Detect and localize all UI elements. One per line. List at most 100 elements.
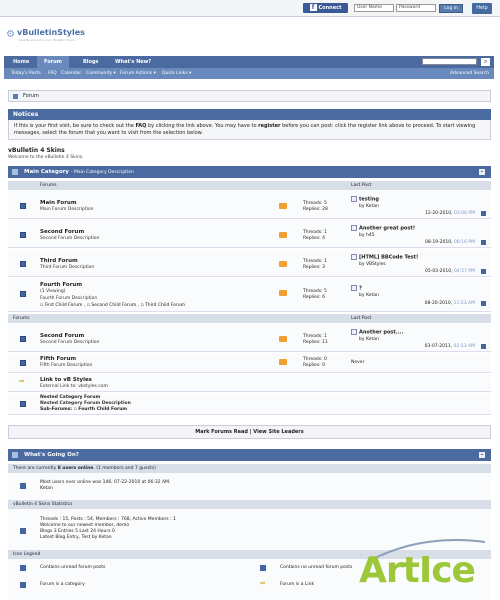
link-arrow-icon: ⇨ [260, 579, 266, 587]
forum-row: Second Forum Second Forum Description Th… [8, 324, 491, 352]
forum-title[interactable]: Fifth Forum [40, 356, 76, 362]
rss-icon[interactable] [279, 261, 287, 267]
last-post: testing by Ketan 12-20-2010, 03:06 PM [351, 196, 489, 218]
column-header: Forums Last Post [8, 314, 491, 323]
help-button[interactable]: Help [472, 3, 492, 14]
facebook-icon: f [309, 4, 317, 11]
top-bar: f Connect User Name Password Log in Help [0, 0, 500, 17]
tab-home[interactable]: Home [6, 56, 36, 68]
page-title: vBulletin 4 Skins [8, 147, 65, 154]
facebook-connect-button[interactable]: f Connect [303, 3, 348, 13]
forum-desc: Second Forum Description [40, 340, 100, 345]
forum-desc: External Link to: vbstyles.com [40, 384, 108, 389]
page-subtitle: Welcome to the vBulletin 4 Skins. [8, 155, 84, 160]
home-icon[interactable] [13, 94, 18, 99]
category-header[interactable]: Main Category - Main Category Descriptio… [8, 166, 491, 178]
register-link[interactable]: register [258, 123, 280, 129]
forum-row: Second Forum Second Forum Description Th… [8, 220, 491, 248]
forum-row: Third Forum Third Forum Description Thre… [8, 249, 491, 277]
forum-desc: Fifth Forum Description [40, 363, 93, 368]
rss-icon[interactable] [279, 359, 287, 365]
gear-icon: ⚙ [6, 29, 15, 40]
forum-row: ⇨ Link to vB Styles External Link to: vb… [8, 374, 491, 392]
faq-link[interactable]: FAQ [135, 123, 146, 129]
go-to-last-post-icon[interactable] [481, 301, 486, 306]
forum-title[interactable]: Second Forum [40, 229, 84, 235]
go-to-last-post-icon[interactable] [481, 344, 486, 349]
go-to-last-post-icon[interactable] [481, 211, 486, 216]
nav-quick-links[interactable]: Quick Links ▾ [162, 68, 191, 79]
main-nav: Home Forum Blogs What's New? ⌕ [4, 56, 494, 68]
rss-icon[interactable] [279, 336, 287, 342]
rss-icon[interactable] [279, 232, 287, 238]
search-input[interactable] [422, 58, 477, 65]
forum-desc: Second Forum Description [40, 236, 100, 241]
forum-row: Fifth Forum Fifth Forum Description Thre… [8, 353, 491, 373]
nav-todays-posts[interactable]: Today's Posts [11, 68, 41, 79]
go-to-last-post-icon[interactable] [481, 269, 486, 274]
forum-status-icon [20, 291, 26, 297]
forum-actions-bar: Mark Forums Read | View Site Leaders [8, 425, 491, 439]
nav-calendar[interactable]: Calendar [61, 68, 81, 79]
search-icon[interactable]: ⌕ [481, 58, 490, 66]
go-to-last-post-icon[interactable] [481, 240, 486, 245]
category-icon [20, 582, 26, 588]
forum-stats: Threads: 1 Replies: 4 [303, 230, 327, 241]
nav-advanced-search[interactable]: Advanced Search [450, 68, 489, 79]
forum-stats: Threads: 0 Replies: 0 [303, 357, 327, 368]
forum-desc: Nested Category Forum Description [40, 401, 131, 406]
forum-title[interactable]: Second Forum [40, 333, 84, 339]
post-icon [351, 196, 357, 202]
forum-status-icon [20, 401, 26, 407]
rss-icon[interactable] [279, 203, 287, 209]
last-post: Never [351, 360, 365, 365]
category-icon [12, 169, 18, 175]
notices-body: If this is your first visit, be sure to … [8, 120, 491, 140]
tab-blogs[interactable]: Blogs [76, 56, 106, 68]
forum-status-icon [20, 232, 26, 238]
forum-title[interactable]: Third Forum [40, 258, 78, 264]
post-icon [351, 285, 357, 291]
username-input[interactable]: User Name [354, 4, 394, 12]
view-site-leaders-link[interactable]: View Site Leaders [253, 429, 303, 435]
tab-whats-new[interactable]: What's New? [108, 56, 158, 68]
forum-title[interactable]: Nested Category Forum [40, 395, 100, 400]
forum-stats: Threads: 5 Replies: 28 [303, 201, 328, 212]
collapse-icon[interactable]: – [479, 169, 485, 175]
forum-row: Nested Category Forum Nested Category Fo… [8, 393, 491, 415]
nav-forum-actions[interactable]: Forum Actions ▾ [120, 68, 156, 79]
forum-status-icon [20, 203, 26, 209]
post-icon [351, 225, 357, 231]
forum-row: Main Forum Main Forum Description Thread… [8, 191, 491, 219]
rss-icon[interactable] [279, 290, 287, 296]
post-icon [351, 254, 357, 260]
login-button[interactable]: Log in [439, 4, 463, 13]
sub-nav: Today's Posts FAQ Calendar Community ▾ F… [4, 68, 494, 79]
link-arrow-icon: ⇨ [19, 377, 25, 385]
forum-title[interactable]: Link to vB Styles [40, 377, 92, 383]
forum-status-icon [20, 261, 26, 267]
tab-forum[interactable]: Forum [37, 56, 69, 68]
column-header: Forums Last Post [8, 181, 491, 190]
statistics-icon [20, 528, 26, 534]
category-icon [12, 452, 18, 458]
online-users-icon [20, 483, 26, 489]
last-post: [HTML] BBCode Test! by VBStyles 05-03-20… [351, 254, 489, 276]
password-input[interactable]: Password [396, 4, 436, 12]
forum-title[interactable]: Main Forum [40, 200, 77, 206]
last-post: ? by Ketan 08-20-2010, 11:23 AM [351, 285, 489, 311]
nav-faq[interactable]: FAQ [48, 68, 57, 79]
last-post: Another great post! by h45 08-19-2010, 0… [351, 225, 489, 247]
forum-desc: Fourth Forum Description [40, 296, 98, 301]
breadcrumb: Forum [8, 90, 491, 102]
post-icon [351, 329, 357, 335]
whats-going-on-header[interactable]: What's Going On? – [8, 449, 491, 461]
forum-desc: Main Forum Description [40, 207, 94, 212]
forum-title[interactable]: Fourth Forum [40, 282, 82, 288]
no-unread-posts-icon [260, 565, 266, 571]
collapse-icon[interactable]: – [479, 452, 485, 458]
nav-community[interactable]: Community ▾ [86, 68, 116, 79]
last-post: Another post.... by Ketan 03-07-2011, 02… [351, 329, 489, 351]
notices-header: Notices [8, 109, 491, 120]
mark-forums-read-link[interactable]: Mark Forums Read [195, 429, 248, 435]
